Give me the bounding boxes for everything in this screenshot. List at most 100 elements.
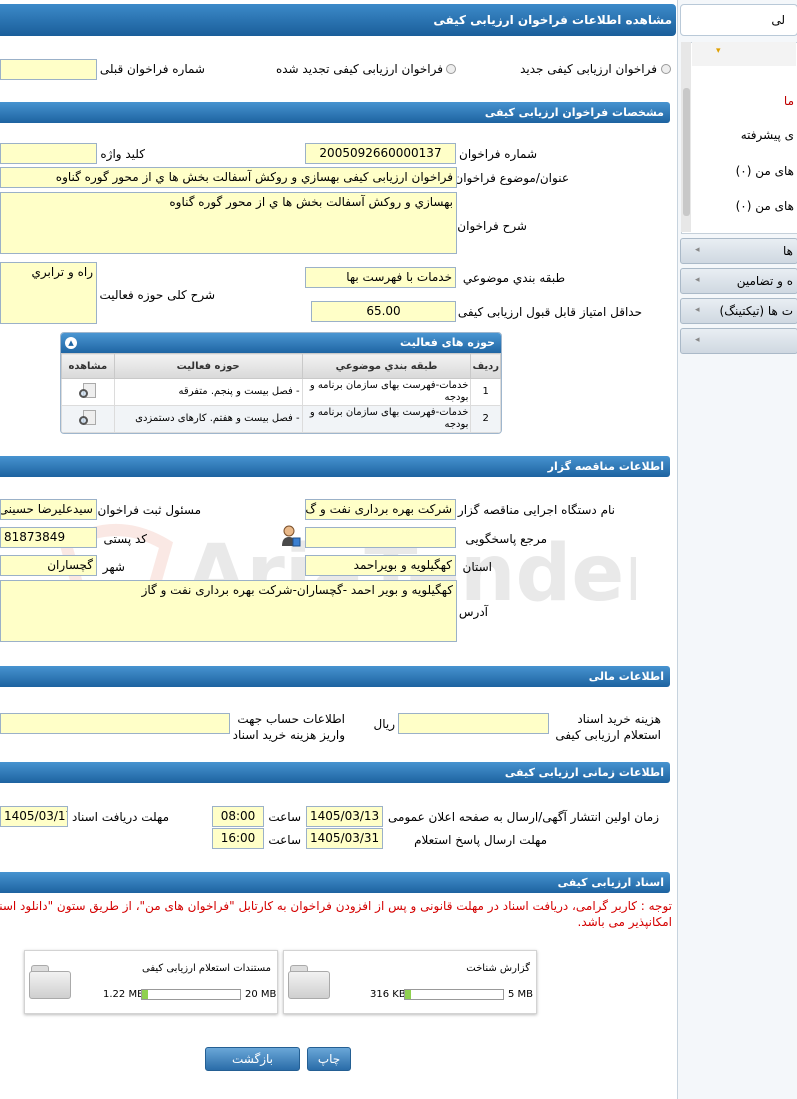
activity-panel: حوزه های فعالیت ▴ رديف طبقه بندي موضوعي …	[60, 332, 502, 434]
chevron-icon: ◂	[695, 275, 700, 285]
org-field[interactable]: شرکت بهره برداری نفت و گ	[305, 499, 456, 520]
response-time-label: ساعت	[268, 833, 301, 847]
activity-desc-field[interactable]: راه و ترابري	[0, 262, 97, 324]
documents-note-line1: توجه : کاربر گرامی، دریافت اسناد در مهلت…	[0, 899, 672, 913]
row-activity: - فصل بیست و هفتم. کارهای دستمزدی	[113, 405, 303, 433]
spec-section-header: مشخصات فراخوان ارزيابی کیفی	[0, 102, 670, 123]
row-index: 2	[470, 405, 501, 433]
account-field[interactable]	[0, 713, 230, 734]
ref-label: مرجع پاسخگویی	[465, 532, 547, 546]
documents-section-header: اسناد ارزيابی کیفی	[0, 872, 670, 893]
sidebar-item[interactable]: ما	[784, 94, 794, 108]
sidebar-bar[interactable]: ◂ ه و تضامین	[680, 268, 797, 294]
document-max-size: 20 MB	[245, 989, 277, 1000]
sidebar-item[interactable]: های من (۰)	[736, 164, 794, 178]
sidebar-selected-item[interactable]: ▾	[692, 42, 796, 66]
chevron-icon: ◂	[695, 305, 700, 315]
document-progress	[404, 989, 504, 1000]
col-category: طبقه بندي موضوعي	[301, 353, 472, 379]
folder-icon[interactable]	[288, 965, 330, 999]
publish-date-field[interactable]: 1405/03/13	[306, 806, 383, 827]
row-category: خدمات-فهرست بهای سازمان برنامه و بودجه	[301, 405, 472, 433]
sidebar-bar[interactable]: ◂ ت ها (تیکتینگ)	[680, 298, 797, 324]
magnifier-icon[interactable]	[78, 383, 97, 401]
ref-field[interactable]	[305, 527, 456, 548]
renewed-recall-label: فراخوان ارزیابی کیفی تجدید شده	[275, 62, 443, 76]
new-recall-radio[interactable]	[661, 64, 671, 74]
number-field[interactable]: 2005092660000137	[305, 143, 456, 164]
subject-label: عنوان/موضوع فراخوان	[454, 171, 569, 185]
province-label: استان	[462, 560, 492, 574]
desc-field[interactable]: بهسازي و روکش آسفالت بخش ها ي از محور گو…	[0, 192, 457, 254]
activity-desc-label: شرح کلی حوزه فعالیت	[99, 288, 216, 302]
address-field[interactable]: کهگیلویه و بویر احمد -گچساران-شرکت بهره …	[0, 580, 457, 642]
keyword-field[interactable]	[0, 143, 97, 164]
documents-note-line2: امکانپذیر می باشد.	[577, 915, 673, 929]
document-name: مستندات استعلام ارزیابی کیفی	[141, 963, 271, 974]
activity-table: رديف طبقه بندي موضوعي حوزه فعالیت مشاهده…	[61, 353, 501, 433]
category-field[interactable]: خدمات با فهرست بها	[305, 267, 456, 288]
renewed-recall-radio[interactable]	[446, 64, 456, 74]
registrar-label: مسئول ثبت فراخوان	[97, 503, 202, 517]
arrow-down-icon: ▾	[716, 46, 721, 56]
document-size: 1.22 MB	[103, 989, 144, 1000]
receive-deadline-field[interactable]: 1405/03/17	[0, 806, 68, 827]
row-index: 1	[470, 378, 501, 406]
chevron-icon: ◂	[695, 335, 700, 345]
sidebar-bar-label: ت ها (تیکتینگ)	[719, 304, 793, 318]
folder-icon[interactable]	[29, 965, 71, 999]
postal-label: کد پستی	[103, 532, 148, 546]
fee-field[interactable]	[398, 713, 549, 734]
category-label: طبقه بندي موضوعي	[462, 271, 565, 285]
tenderer-section-header: اطلاعات مناقصه گزار	[0, 456, 670, 477]
sidebar-item[interactable]: های من (۰)	[736, 199, 794, 213]
postal-field[interactable]: 81873849	[0, 527, 97, 548]
row-category: خدمات-فهرست بهای سازمان برنامه و بودجه	[301, 378, 472, 406]
sidebar-scroll-thumb[interactable]	[683, 88, 690, 216]
document-card[interactable]: مستندات استعلام ارزیابی کیفی 1.22 MB 20 …	[24, 950, 278, 1014]
new-recall-label: فراخوان ارزیابی کیفی جدید	[520, 62, 657, 76]
subject-field[interactable]: فراخوان ارزیابی کیفی بهسازي و روکش آسفال…	[0, 167, 457, 188]
page-title: مشاهده اطلاعات فراخوان ارزيابی کیفی	[0, 4, 676, 36]
response-time-field[interactable]: 16:00	[212, 828, 264, 849]
document-size: 316 KB	[370, 989, 406, 1000]
back-button[interactable]: بازگشت	[205, 1047, 300, 1071]
publish-time-label: ساعت	[268, 810, 301, 824]
keyword-label: کلید واژه	[100, 147, 145, 161]
sidebar-item[interactable]: ی پیشرفته	[741, 128, 794, 142]
address-label: آدرس	[458, 605, 488, 619]
financial-section-header: اطلاعات مالی	[0, 666, 670, 687]
col-activity: حوزه فعالیت	[113, 353, 303, 379]
view-cell[interactable]	[61, 405, 115, 433]
view-cell[interactable]	[61, 378, 115, 406]
sidebar-bar[interactable]: ◂ ها	[680, 238, 797, 264]
city-label: شهر	[102, 560, 125, 574]
province-field[interactable]: کهگیلویه و بویراحمد	[305, 555, 456, 576]
document-progress	[141, 989, 241, 1000]
sidebar-header[interactable]: لی	[680, 4, 797, 36]
document-max-size: 5 MB	[508, 989, 534, 1000]
registrar-field[interactable]: سیدعلیرضا حسینی	[0, 499, 97, 520]
response-deadline-label: مهلت ارسال پاسخ استعلام	[414, 833, 547, 847]
table-row: 1 خدمات-فهرست بهای سازمان برنامه و بودجه…	[61, 378, 501, 406]
number-label: شماره فراخوان	[459, 147, 537, 161]
sidebar-bar-label: ها	[783, 244, 793, 258]
magnifier-icon[interactable]	[78, 410, 97, 428]
table-row: 2 خدمات-فهرست بهای سازمان برنامه و بودجه…	[61, 405, 501, 433]
city-field[interactable]: گچساران	[0, 555, 97, 576]
print-button[interactable]: چاپ	[307, 1047, 351, 1071]
desc-label: شرح فراخوان	[457, 219, 527, 233]
user-lookup-icon[interactable]	[281, 525, 301, 547]
collapse-icon[interactable]: ▴	[65, 337, 77, 349]
min-score-field[interactable]: 65.00	[311, 301, 456, 322]
currency-label: ریال	[373, 717, 395, 731]
publish-label: زمان اولین انتشار آگهی/ارسال به صفحه اعل…	[388, 810, 659, 824]
sidebar-bar[interactable]: ◂	[680, 328, 797, 354]
response-date-field[interactable]: 1405/03/31	[306, 828, 383, 849]
prev-number-field[interactable]	[0, 59, 97, 80]
sidebar: لی ▾ ما ی پیشرفته های من (۰) های من (۰) …	[677, 0, 797, 1099]
timing-section-header: اطلاعات زمانی ارزيابی کیفی	[0, 762, 670, 783]
document-card[interactable]: گزارش شناخت 316 KB 5 MB	[283, 950, 537, 1014]
min-score-label: حداقل امتیاز قابل قبول ارزیابی کیفی	[457, 305, 642, 319]
publish-time-field[interactable]: 08:00	[212, 806, 264, 827]
